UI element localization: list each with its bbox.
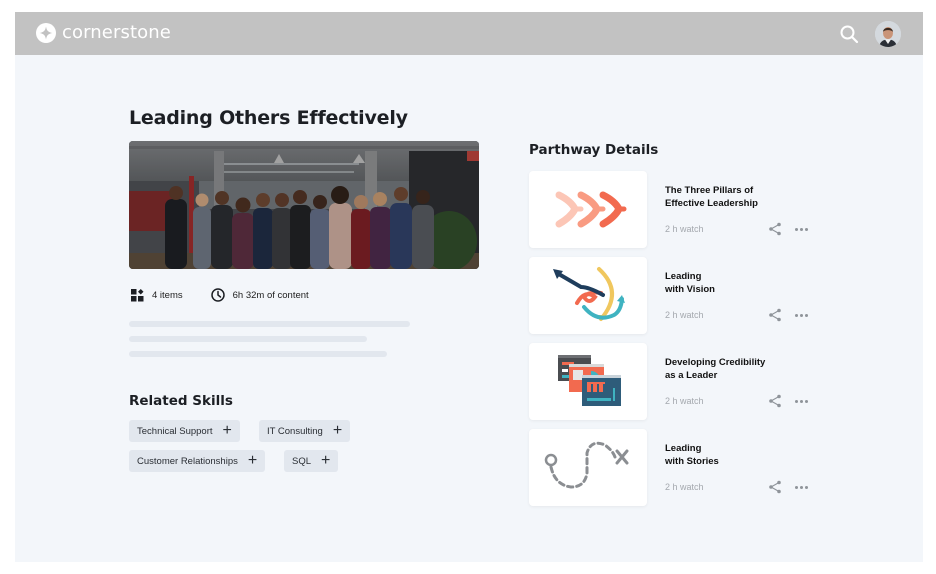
content-duration-label: 6h 32m of content [232, 289, 309, 301]
item-duration: 2 h watch [665, 396, 704, 406]
modules-icon [131, 288, 144, 301]
item-thumbnail-windows[interactable] [529, 343, 647, 420]
item-title-line: Leading [665, 271, 702, 282]
share-icon[interactable] [768, 308, 782, 322]
brand-logo[interactable]: cornerstone [36, 22, 171, 43]
course-meta: 4 items 6h 32m of content [131, 288, 337, 302]
description-placeholder-line [129, 351, 387, 357]
item-title-line: Leading [665, 443, 702, 454]
item-title-line: Effective Leadership [665, 198, 758, 209]
app-frame: cornerstone Leading Others Effectively 4… [15, 12, 923, 562]
chevrons-illustration [555, 191, 627, 228]
item-thumbnail-chevrons[interactable] [529, 171, 647, 248]
arrows-illustration [553, 267, 625, 321]
item-title-line: with Vision [665, 284, 715, 295]
skill-label: IT Consulting [267, 425, 323, 437]
item-title[interactable]: The Three Pillars of Effective Leadershi… [665, 184, 795, 210]
share-icon[interactable] [768, 480, 782, 494]
item-duration: 2 h watch [665, 482, 704, 492]
item-title[interactable]: Leading with Stories [665, 442, 795, 468]
item-title[interactable]: Leading with Vision [665, 270, 795, 296]
clock-icon [210, 288, 225, 302]
windows-illustration [558, 355, 621, 406]
skill-chip[interactable]: Customer Relationships + [129, 450, 266, 472]
description-placeholder-line [129, 336, 367, 342]
parthway-details-heading: Parthway Details [529, 142, 659, 158]
item-duration: 2 h watch [665, 310, 704, 320]
skill-label: Technical Support [137, 425, 213, 437]
user-avatar[interactable] [875, 21, 901, 47]
more-options-icon[interactable] [793, 308, 809, 322]
cornerstone-logo-icon [36, 22, 56, 43]
skill-label: SQL [292, 455, 312, 467]
skill-chip[interactable]: IT Consulting + [259, 420, 351, 442]
item-thumbnail-arrows[interactable] [529, 257, 647, 334]
add-skill-icon[interactable]: + [321, 453, 330, 469]
skill-label: Customer Relationships [137, 455, 238, 467]
add-skill-icon[interactable]: + [223, 423, 232, 439]
items-count: 4 items [131, 288, 183, 302]
add-skill-icon[interactable]: + [248, 453, 257, 469]
top-navigation-bar: cornerstone [15, 12, 923, 55]
item-title-line: The Three Pillars of [665, 185, 754, 196]
item-title-line: Developing Credibility [665, 357, 766, 368]
more-options-icon[interactable] [793, 222, 809, 236]
more-options-icon[interactable] [793, 394, 809, 408]
item-title[interactable]: Developing Credibility as a Leader [665, 356, 795, 382]
items-count-label: 4 items [152, 289, 183, 301]
related-skills-heading: Related Skills [129, 393, 233, 409]
skill-chip[interactable]: SQL + [284, 450, 339, 472]
item-duration: 2 h watch [665, 224, 704, 234]
treasure-path-illustration [544, 441, 629, 489]
share-icon[interactable] [768, 222, 782, 236]
course-title: Leading Others Effectively [129, 107, 408, 129]
content-duration: 6h 32m of content [210, 288, 309, 302]
more-options-icon[interactable] [793, 480, 809, 494]
description-placeholder-line [129, 321, 410, 327]
add-skill-icon[interactable]: + [333, 423, 342, 439]
item-thumbnail-path[interactable] [529, 429, 647, 506]
course-hero-image [129, 141, 479, 269]
item-title-line: as a Leader [665, 370, 718, 381]
search-icon[interactable] [839, 24, 859, 44]
share-icon[interactable] [768, 394, 782, 408]
item-title-line: with Stories [665, 456, 719, 467]
skill-chip[interactable]: Technical Support + [129, 420, 240, 442]
brand-name: cornerstone [62, 22, 171, 43]
